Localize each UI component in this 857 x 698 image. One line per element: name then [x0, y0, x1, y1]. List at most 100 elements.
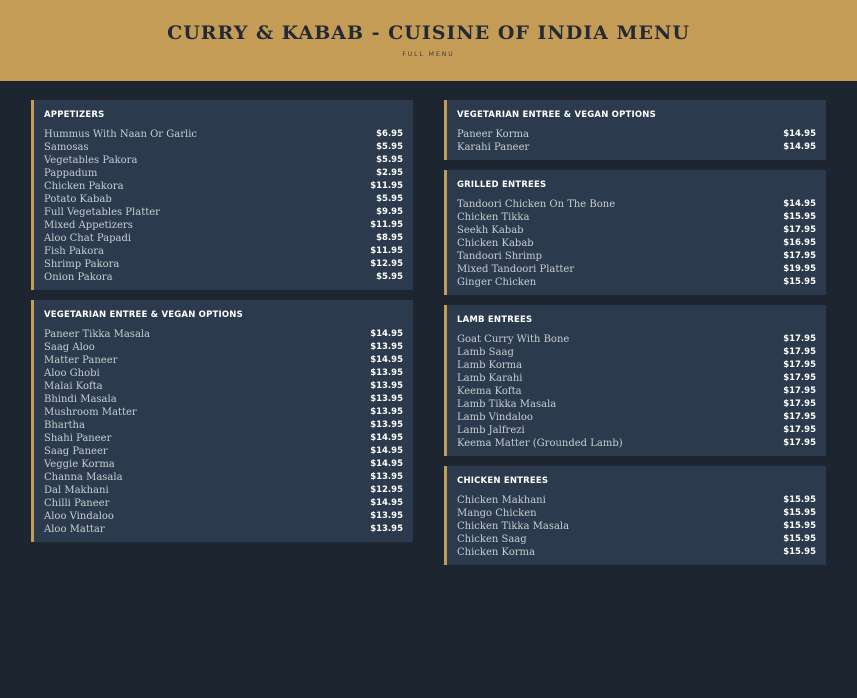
menu-item-name: Keema Kofta [457, 386, 522, 397]
menu-item-price: $17.95 [783, 425, 816, 435]
menu-item-price: $2.95 [376, 168, 403, 178]
menu-item: Lamb Jalfrezi $17.95 [457, 424, 816, 437]
menu-item-name: Lamb Korma [457, 360, 523, 371]
menu-item-name: Chicken Tikka [457, 212, 530, 223]
menu-item-name: Bhartha [44, 420, 85, 431]
menu-item: Bhartha $13.95 [44, 419, 403, 432]
menu-item-price: $6.95 [376, 129, 403, 139]
menu-item: Chicken Saag $15.95 [457, 533, 816, 546]
menu-item: Chicken Tikka $15.95 [457, 211, 816, 224]
menu-item: Tandoori Chicken On The Bone $14.95 [457, 198, 816, 211]
menu-item: Matter Paneer $14.95 [44, 354, 403, 367]
page-subtitle: FULL MENU [402, 51, 455, 58]
section-title: CHICKEN ENTREES [457, 476, 549, 486]
menu-item-price: $15.95 [783, 508, 816, 518]
menu-item-price: $17.95 [783, 360, 816, 370]
menu-item-price: $17.95 [783, 373, 816, 383]
menu-item-price: $17.95 [783, 412, 816, 422]
menu-item-name: Aloo Mattar [44, 524, 105, 535]
menu-item: Saag Paneer $14.95 [44, 445, 403, 458]
menu-item: Lamb Saag $17.95 [457, 346, 816, 359]
menu-item-name: Malai Kofta [44, 381, 103, 392]
menu-item: Karahi Paneer $14.95 [457, 141, 816, 154]
menu-item-name: Bhindi Masala [44, 394, 117, 405]
section-title: VEGETARIAN ENTREE & VEGAN OPTIONS [457, 110, 656, 120]
menu-item-name: Shahi Paneer [44, 433, 112, 444]
menu-item: Aloo Ghobi $13.95 [44, 367, 403, 380]
menu-item-name: Chicken Tikka Masala [457, 521, 570, 532]
menu-item: Channa Masala $13.95 [44, 471, 403, 484]
menu-section-vegetarian-entree-vegan-options: VEGETARIAN ENTREE & VEGAN OPTIONS Paneer … [444, 100, 826, 160]
menu-item: Aloo Mattar $13.95 [44, 523, 403, 536]
menu-item-price: $14.95 [783, 199, 816, 209]
menu-item: Chicken Makhani $15.95 [457, 494, 816, 507]
menu-item-price: $14.95 [370, 498, 403, 508]
menu-item: Lamb Vindaloo $17.95 [457, 411, 816, 424]
menu-item: Ginger Chicken $15.95 [457, 276, 816, 289]
menu-item-name: Karahi Paneer [457, 142, 530, 153]
menu-item-price: $14.95 [370, 459, 403, 469]
menu-item-price: $15.95 [783, 521, 816, 531]
menu-item-price: $15.95 [783, 547, 816, 557]
menu-item: Lamb Karahi $17.95 [457, 372, 816, 385]
menu-item-price: $17.95 [783, 251, 816, 261]
menu-item: Paneer Korma $14.95 [457, 128, 816, 141]
menu-item-name: Paneer Tikka Masala [44, 329, 151, 340]
menu-item-name: Matter Paneer [44, 355, 118, 366]
menu-item-price: $12.95 [370, 259, 403, 269]
menu-item-name: Veggie Korma [44, 459, 115, 470]
menu-item: Bhindi Masala $13.95 [44, 393, 403, 406]
menu-item-name: Aloo Ghobi [44, 368, 100, 379]
page-title: CURRY & KABAB - CUISINE OF INDIA MENU [167, 22, 690, 44]
menu-item-name: Lamb Karahi [457, 373, 523, 384]
menu-item-price: $14.95 [370, 446, 403, 456]
menu-section-vegetarian-entree-vegan-options: VEGETARIAN ENTREE & VEGAN OPTIONS Paneer … [31, 300, 413, 542]
menu-item-name: Samosas [44, 142, 89, 153]
menu-item-price: $13.95 [370, 342, 403, 352]
menu-item-price: $13.95 [370, 524, 403, 534]
menu-item: Paneer Tikka Masala $14.95 [44, 328, 403, 341]
menu-item-name: Hummus With Naan Or Garlic [44, 129, 197, 140]
menu-item: Chicken Pakora $11.95 [44, 180, 403, 193]
menu-item-price: $12.95 [370, 485, 403, 495]
menu-item-name: Lamb Jalfrezi [457, 425, 525, 436]
menu-section-appetizers: APPETIZERS Hummus With Naan Or Garlic $6.9… [31, 100, 413, 290]
menu-item-name: Seekh Kabab [457, 225, 524, 236]
menu-item-price: $15.95 [783, 277, 816, 287]
menu-item-name: Chicken Kabab [457, 238, 534, 249]
menu-item-name: Mixed Tandoori Platter [457, 264, 575, 275]
section-title: LAMB ENTREES [457, 315, 533, 325]
menu-item: Samosas $5.95 [44, 141, 403, 154]
menu-item-name: Dal Makhani [44, 485, 109, 496]
menu-item-name: Chilli Paneer [44, 498, 110, 509]
menu-header: CURRY & KABAB - CUISINE OF INDIA MENU FU… [0, 0, 857, 81]
menu-item-name: Paneer Korma [457, 129, 529, 140]
menu-item-name: Goat Curry With Bone [457, 334, 570, 345]
menu-item: Vegetables Pakora $5.95 [44, 154, 403, 167]
menu-item-name: Pappadum [44, 168, 98, 179]
menu-item: Lamb Tikka Masala $17.95 [457, 398, 816, 411]
menu-item-price: $13.95 [370, 407, 403, 417]
menu-item: Chilli Paneer $14.95 [44, 497, 403, 510]
section-title: VEGETARIAN ENTREE & VEGAN OPTIONS [44, 310, 243, 320]
menu-item: Chicken Korma $15.95 [457, 546, 816, 559]
menu-item-price: $11.95 [370, 181, 403, 191]
menu-item-price: $19.95 [783, 264, 816, 274]
menu-item-price: $5.95 [376, 272, 403, 282]
menu-item-name: Mixed Appetizers [44, 220, 133, 231]
menu-item: Shrimp Pakora $12.95 [44, 258, 403, 271]
menu-section-chicken-entrees: CHICKEN ENTREES Chicken Makhani $15.95 Mang… [444, 466, 826, 565]
menu-item-name: Fish Pakora [44, 246, 104, 257]
menu-item-name: Lamb Tikka Masala [457, 399, 557, 410]
menu-item: Lamb Korma $17.95 [457, 359, 816, 372]
menu-item-name: Tandoori Chicken On The Bone [457, 199, 616, 210]
menu-item-name: Ginger Chicken [457, 277, 537, 288]
menu-item-price: $17.95 [783, 438, 816, 448]
menu-item-price: $5.95 [376, 155, 403, 165]
menu-item-price: $16.95 [783, 238, 816, 248]
menu-item: Mango Chicken $15.95 [457, 507, 816, 520]
menu-item-price: $13.95 [370, 420, 403, 430]
menu-item-name: Chicken Korma [457, 547, 535, 558]
menu-item-price: $14.95 [370, 329, 403, 339]
menu-item-price: $17.95 [783, 225, 816, 235]
